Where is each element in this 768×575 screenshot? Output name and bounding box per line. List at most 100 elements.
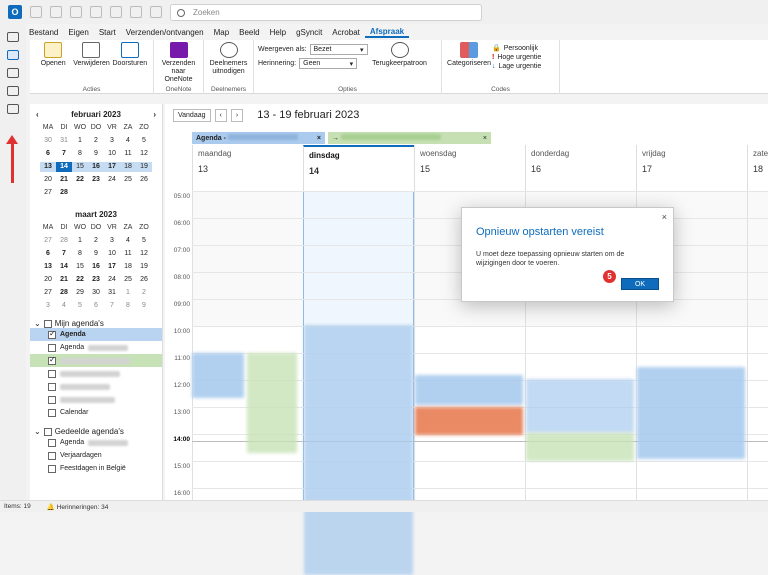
calendar-day[interactable]: 7 xyxy=(56,149,72,159)
calendar-day[interactable]: 6 xyxy=(88,301,104,311)
day-header[interactable]: vrijdag 17 xyxy=(636,145,747,191)
print-icon[interactable] xyxy=(70,6,82,18)
calendar-day[interactable]: 8 xyxy=(120,301,136,311)
calendar-day[interactable]: 12 xyxy=(136,249,152,259)
calendar-day[interactable]: 4 xyxy=(120,136,136,146)
menu-afspraak[interactable]: Afspraak xyxy=(364,27,410,38)
my-calendars-header[interactable]: ⌄ Mijn agenda's xyxy=(30,319,162,328)
people-icon[interactable] xyxy=(7,68,19,78)
day-header[interactable]: donderdag 16 xyxy=(525,145,636,191)
calendar-day[interactable]: 15 xyxy=(72,262,88,272)
categoriseren-button[interactable]: Categoriseren xyxy=(446,42,492,92)
lage-urgentie-button[interactable]: ↓ Lage urgentie xyxy=(492,63,541,70)
calendar-checkbox[interactable] xyxy=(48,464,56,473)
calendar-day[interactable]: 14 xyxy=(56,162,72,172)
calendar-item[interactable]: Calendar xyxy=(30,406,162,419)
calendar-day[interactable]: 9 xyxy=(136,301,152,311)
calendar-day[interactable]: 16 xyxy=(88,162,104,172)
menu-beeld[interactable]: Beeld xyxy=(234,28,264,37)
weergeven-select[interactable]: Bezet ▾ xyxy=(309,44,368,55)
calendar-item[interactable] xyxy=(30,393,162,406)
calendar-day[interactable]: 27 xyxy=(40,236,56,246)
calendar-day[interactable]: 21 xyxy=(56,275,72,285)
calendar-day[interactable]: 3 xyxy=(104,236,120,246)
calendar-day[interactable]: 26 xyxy=(136,175,152,185)
more-icon[interactable] xyxy=(150,6,162,18)
calendar-event[interactable] xyxy=(637,367,745,459)
calendar-day[interactable]: 28 xyxy=(56,236,72,246)
calendar-day[interactable]: 2 xyxy=(136,288,152,298)
redo-icon[interactable] xyxy=(130,6,142,18)
ok-button[interactable]: OK xyxy=(621,278,659,290)
calendar-event[interactable] xyxy=(304,325,413,575)
calendar-item[interactable] xyxy=(30,367,162,380)
today-button[interactable]: Vandaag xyxy=(173,108,211,122)
calendar-item[interactable]: Agenda xyxy=(30,436,162,449)
menu-gsyncit[interactable]: gSyncit xyxy=(291,28,327,37)
terugkeerpatroon-button[interactable]: Terugkeerpatroon xyxy=(372,42,428,92)
sync-icon[interactable] xyxy=(30,6,42,18)
calendar-day[interactable]: 24 xyxy=(104,175,120,185)
calendar-day[interactable]: 25 xyxy=(120,175,136,185)
calendar-day[interactable]: 23 xyxy=(88,275,104,285)
calendar-day[interactable]: 18 xyxy=(120,262,136,272)
calendar-day[interactable]: 5 xyxy=(72,301,88,311)
menu-start[interactable]: Start xyxy=(94,28,121,37)
prev-week-button[interactable]: ‹ xyxy=(214,108,227,122)
calendar-day[interactable]: 19 xyxy=(136,262,152,272)
close-icon[interactable]: × xyxy=(317,135,321,142)
calendar-day[interactable]: 7 xyxy=(56,249,72,259)
undo-icon[interactable] xyxy=(50,6,62,18)
calendar-day[interactable]: 31 xyxy=(56,136,72,146)
calendar-day[interactable]: 13 xyxy=(40,262,56,272)
calendar-day[interactable]: 29 xyxy=(72,288,88,298)
calendar-day[interactable]: 19 xyxy=(136,162,152,172)
calendar-day[interactable]: 6 xyxy=(40,149,56,159)
calendar-event[interactable] xyxy=(415,375,523,405)
calendar-event[interactable] xyxy=(526,379,634,433)
calendar-day[interactable]: 20 xyxy=(40,175,56,185)
calendar-day[interactable]: 17 xyxy=(104,162,120,172)
next-month-icon[interactable]: › xyxy=(153,110,156,119)
mail-icon[interactable] xyxy=(7,32,19,42)
verzenden-onenote-button[interactable]: Verzenden naar OneNote xyxy=(158,42,199,92)
calendar-day[interactable]: 18 xyxy=(120,162,136,172)
day-header[interactable]: dinsdag 14 xyxy=(303,145,414,191)
calendar-day[interactable]: 31 xyxy=(104,288,120,298)
calendar-day[interactable]: 10 xyxy=(104,149,120,159)
calendar-day[interactable]: 6 xyxy=(40,249,56,259)
calendar-checkbox[interactable] xyxy=(48,355,56,365)
calendar-day[interactable]: 17 xyxy=(104,262,120,272)
calendar-day[interactable]: 22 xyxy=(72,275,88,285)
calendar-day[interactable]: 1 xyxy=(120,288,136,298)
tasks-icon[interactable] xyxy=(7,86,19,96)
doorsturen-button[interactable]: Doorsturen xyxy=(111,42,149,92)
search-input[interactable]: Zoeken xyxy=(170,4,482,21)
shared-calendars-header[interactable]: ⌄ Gedeelde agenda's xyxy=(30,427,162,436)
calendar-day[interactable]: 22 xyxy=(72,175,88,185)
calendar-day[interactable]: 4 xyxy=(120,236,136,246)
prev-month-icon[interactable]: ‹ xyxy=(36,110,39,119)
calendar-day[interactable]: 26 xyxy=(136,275,152,285)
apps-icon[interactable] xyxy=(7,104,19,114)
calendar-day[interactable]: 9 xyxy=(88,149,104,159)
calendar-day[interactable]: 2 xyxy=(88,136,104,146)
calendar-day[interactable]: 21 xyxy=(56,175,72,185)
calendar-day[interactable]: 27 xyxy=(40,288,56,298)
day-header[interactable]: zate 18 xyxy=(747,145,768,191)
calendar-day[interactable]: 4 xyxy=(56,301,72,311)
calendar-checkbox[interactable] xyxy=(48,343,56,352)
calendar-item[interactable] xyxy=(30,354,162,367)
calendar-item[interactable]: Agenda xyxy=(30,341,162,354)
menu-help[interactable]: Help xyxy=(265,28,291,37)
calendar-day[interactable]: 30 xyxy=(88,288,104,298)
calendar-day[interactable]: 5 xyxy=(136,236,152,246)
calendar-day[interactable]: 3 xyxy=(104,136,120,146)
calendar-checkbox[interactable] xyxy=(48,438,56,447)
calendar-day[interactable]: 20 xyxy=(40,275,56,285)
calendar-day[interactable]: 23 xyxy=(88,175,104,185)
week-grid[interactable]: maandag 13 dinsdag 14 woensdag 15 donderdag 16 v… xyxy=(173,145,768,575)
calendar-day[interactable]: 8 xyxy=(72,249,88,259)
menu-map[interactable]: Map xyxy=(209,28,235,37)
openen-button[interactable]: Openen xyxy=(34,42,72,92)
